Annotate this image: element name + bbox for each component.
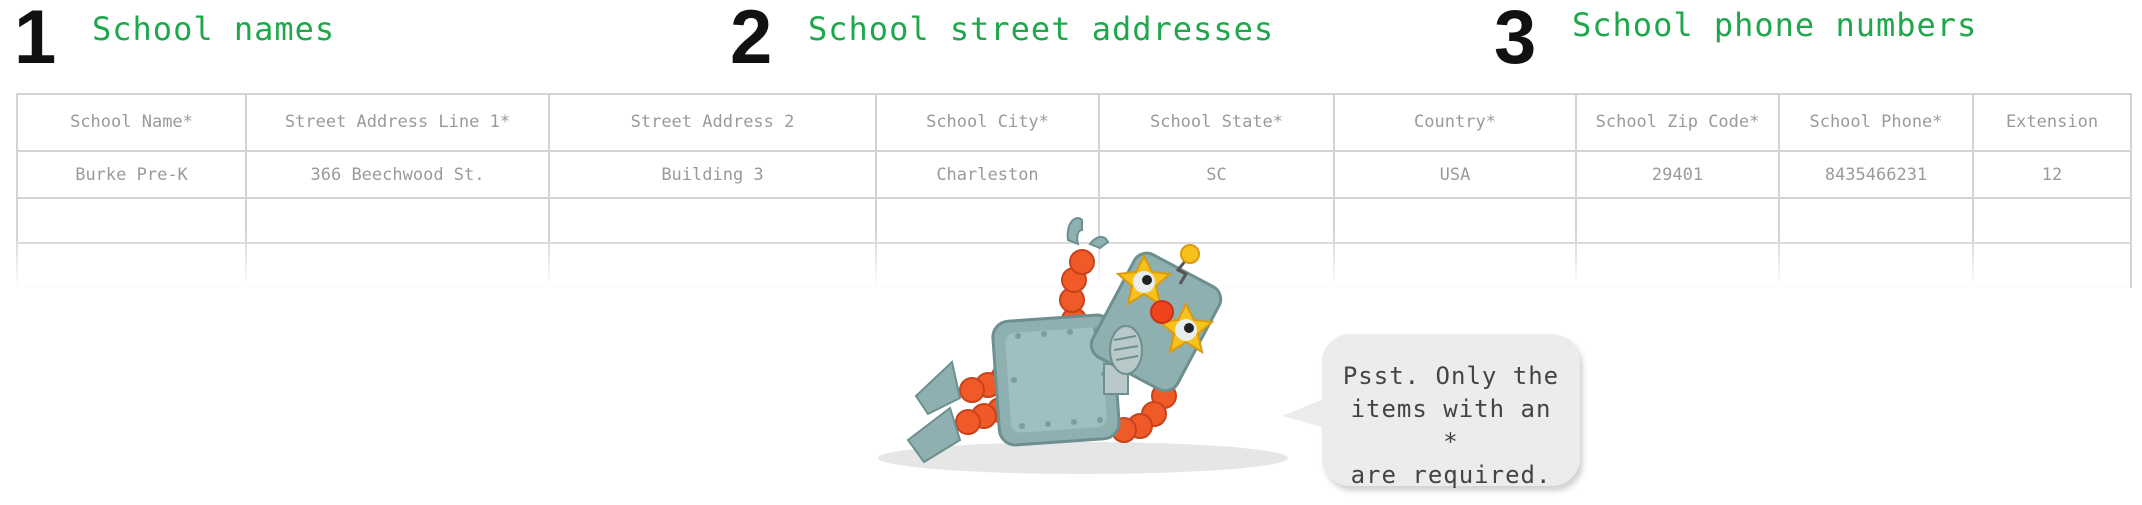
column-header-zip-code: School Zip Code*: [1575, 93, 1780, 152]
column-header-street-address-2: Street Address 2: [548, 93, 877, 152]
cell-city: Charleston: [875, 149, 1100, 200]
column-header-state: School State*: [1098, 93, 1335, 152]
step-1-label: School names: [92, 10, 336, 48]
cell-country: USA: [1333, 149, 1577, 200]
cell-state: SC: [1098, 149, 1335, 200]
step-3-label: School phone numbers: [1572, 6, 1978, 44]
step-3-number: 3: [1494, 0, 1537, 80]
step-3: 3 School phone numbers: [1494, 0, 2094, 90]
cell-school-name: Burke Pre-K: [16, 149, 247, 200]
column-header-country: Country*: [1333, 93, 1577, 152]
step-2-number: 2: [730, 0, 773, 80]
cell-phone: 8435466231: [1778, 149, 1974, 200]
column-header-school-name: School Name*: [16, 93, 247, 152]
speech-bubble: Psst. Only the items with an * are requi…: [1282, 334, 1580, 489]
column-header-phone: School Phone*: [1778, 93, 1974, 152]
cell-street-address-2: Building 3: [548, 149, 877, 200]
table-row: Burke Pre-K 366 Beechwood St. Building 3…: [16, 149, 2132, 200]
column-header-city: School City*: [875, 93, 1100, 152]
cell-street-address-1: 366 Beechwood St.: [245, 149, 550, 200]
step-2: 2 School street addresses: [730, 0, 1330, 90]
table-header-row: School Name* Street Address Line 1* Stre…: [16, 93, 2132, 152]
step-1: 1 School names: [14, 0, 414, 90]
speech-bubble-tail: [1282, 396, 1326, 430]
cell-extension: 12: [1972, 149, 2132, 200]
step-2-label: School street addresses: [808, 10, 1275, 48]
speech-bubble-text: Psst. Only the items with an * are requi…: [1342, 362, 1560, 489]
column-header-extension: Extension: [1972, 93, 2132, 152]
cell-zip-code: 29401: [1575, 149, 1780, 200]
step-1-number: 1: [14, 0, 57, 80]
column-header-street-address-1: Street Address Line 1*: [245, 93, 550, 152]
robot-mascot-icon: [868, 200, 1308, 480]
